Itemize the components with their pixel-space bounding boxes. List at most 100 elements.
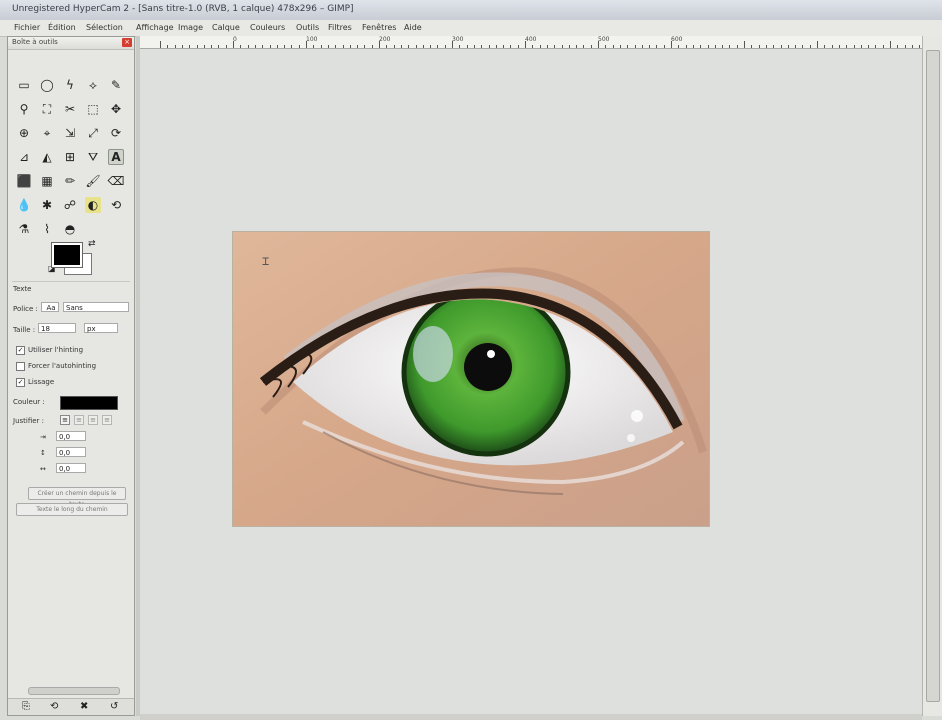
line-spacing-field[interactable]: 0,0 bbox=[56, 447, 86, 457]
scrollbar-thumb[interactable] bbox=[926, 50, 940, 702]
ruler-tick bbox=[831, 45, 833, 48]
ruler-tick bbox=[218, 45, 220, 48]
ruler-tick bbox=[656, 45, 658, 48]
justify-left-icon[interactable]: ≡ bbox=[60, 415, 70, 425]
bucket-fill-tool-icon[interactable]: ⬛ bbox=[16, 173, 32, 189]
move-tool-icon[interactable]: ⌖ bbox=[39, 125, 55, 141]
indent-field[interactable]: 0,0 bbox=[56, 431, 86, 441]
text-along-path-button[interactable]: Texte le long du chemin bbox=[16, 503, 128, 516]
paths-tool-icon[interactable]: ✂ bbox=[62, 101, 78, 117]
ruler-tick bbox=[495, 45, 497, 48]
color-picker-tool-icon[interactable]: ⬚ bbox=[85, 101, 101, 117]
pencil-tool-icon[interactable]: ✏ bbox=[62, 173, 78, 189]
close-icon[interactable]: × bbox=[122, 38, 132, 47]
heal-tool-icon[interactable]: ◐ bbox=[85, 197, 101, 213]
font-preview-button[interactable]: Aa bbox=[41, 302, 59, 312]
align-tool-icon[interactable]: ⇲ bbox=[62, 125, 78, 141]
ruler-tick bbox=[481, 45, 483, 48]
hinting-checkbox[interactable]: ✓ bbox=[16, 346, 25, 355]
ruler-tick bbox=[510, 45, 512, 48]
menu-windows[interactable]: Fenêtres bbox=[362, 23, 396, 32]
create-path-from-text-button[interactable]: Créer un chemin depuis le texte bbox=[28, 487, 126, 508]
bottom-scrollbar[interactable] bbox=[140, 714, 922, 720]
scale-tool-icon[interactable]: ⊿ bbox=[16, 149, 32, 165]
foreground-color-swatch[interactable] bbox=[52, 243, 82, 267]
ruler-tick bbox=[269, 45, 271, 48]
measure-tool-icon[interactable]: ⊕ bbox=[16, 125, 32, 141]
perspective-tool-icon[interactable]: ⊞ bbox=[62, 149, 78, 165]
save-options-icon[interactable]: ⎘ bbox=[22, 701, 30, 712]
blur-tool-icon[interactable]: ⚗ bbox=[16, 221, 32, 237]
menu-layer[interactable]: Calque bbox=[212, 23, 240, 32]
justify-right-icon[interactable]: ≡ bbox=[74, 415, 84, 425]
ruler-label: 300 bbox=[452, 36, 464, 43]
size-unit-select[interactable]: px bbox=[84, 323, 118, 333]
ruler-tick bbox=[890, 41, 891, 48]
menu-filters[interactable]: Filtres bbox=[328, 23, 352, 32]
reset-options-icon[interactable]: ↺ bbox=[110, 701, 118, 712]
clone-tool-icon[interactable]: ☍ bbox=[62, 197, 78, 213]
ruler-tick bbox=[276, 45, 278, 48]
text-tool-icon[interactable]: A bbox=[108, 149, 124, 165]
smudge-tool-icon[interactable]: ⌇ bbox=[39, 221, 55, 237]
dodge-burn-tool-icon[interactable]: ◓ bbox=[62, 221, 78, 237]
justify-center-icon[interactable]: ≡ bbox=[88, 415, 98, 425]
indent-icon: ⇥ bbox=[40, 433, 46, 441]
ruler-tick bbox=[408, 45, 410, 48]
ruler-tick bbox=[393, 45, 395, 48]
menu-view[interactable]: Affichage bbox=[136, 23, 174, 32]
crop-tool-icon[interactable]: ⤢ bbox=[85, 125, 101, 141]
ruler-tick bbox=[532, 45, 534, 48]
swap-colors-icon[interactable]: ⇄ bbox=[88, 239, 96, 249]
text-color-button[interactable] bbox=[60, 396, 118, 410]
rect-select-tool-icon[interactable]: ▭ bbox=[16, 77, 32, 93]
blend-tool-icon[interactable]: ▦ bbox=[39, 173, 55, 189]
menu-select[interactable]: Sélection bbox=[86, 23, 123, 32]
shear-tool-icon[interactable]: ◭ bbox=[39, 149, 55, 165]
toolbox-title: Boîte à outils bbox=[12, 38, 58, 46]
foreground-select-tool-icon[interactable]: ⛶ bbox=[39, 101, 55, 117]
autohint-checkbox[interactable] bbox=[16, 362, 25, 371]
font-label: Police : bbox=[13, 305, 38, 313]
scissors-tool-icon[interactable]: ⚲ bbox=[16, 101, 32, 117]
delete-options-icon[interactable]: ✖ bbox=[80, 701, 88, 712]
window-titlebar: Unregistered HyperCam 2 - [Sans titre-1.… bbox=[0, 0, 942, 21]
perspective-clone-tool-icon[interactable]: ⟲ bbox=[108, 197, 124, 213]
rotate-tool-icon[interactable]: ⟳ bbox=[108, 125, 124, 141]
free-select-tool-icon[interactable]: ϟ bbox=[62, 77, 78, 93]
paintbrush-tool-icon[interactable]: 🖌 bbox=[85, 173, 101, 189]
ruler-tick bbox=[189, 45, 191, 48]
color-select-tool-icon[interactable]: ✎ bbox=[108, 77, 124, 93]
restore-options-icon[interactable]: ⟲ bbox=[50, 701, 58, 712]
menu-edit[interactable]: Édition bbox=[48, 23, 76, 32]
menu-image[interactable]: Image bbox=[178, 23, 203, 32]
letter-spacing-field[interactable]: 0,0 bbox=[56, 463, 86, 473]
toolbox-header: Boîte à outils × bbox=[8, 37, 134, 50]
fuzzy-select-tool-icon[interactable]: ⟡ bbox=[85, 77, 101, 93]
toolbox-scrollbar[interactable] bbox=[28, 687, 120, 695]
airbrush-tool-icon[interactable]: 💧 bbox=[16, 197, 32, 213]
justify-fill-icon[interactable]: ≡ bbox=[102, 415, 112, 425]
flip-tool-icon[interactable]: ⛛ bbox=[85, 149, 101, 165]
ruler-tick bbox=[233, 41, 234, 48]
menu-help[interactable]: Aide bbox=[404, 23, 422, 32]
eye-image[interactable] bbox=[232, 231, 710, 527]
size-field[interactable]: 18 bbox=[38, 323, 76, 333]
font-name-field[interactable]: Sans bbox=[63, 302, 129, 312]
ruler-tick bbox=[619, 45, 621, 48]
ruler-tick bbox=[357, 45, 359, 48]
menu-file[interactable]: Fichier bbox=[14, 23, 40, 32]
antialias-checkbox[interactable]: ✓ bbox=[16, 378, 25, 387]
ruler-tick bbox=[605, 45, 607, 48]
menu-colors[interactable]: Couleurs bbox=[250, 23, 285, 32]
vertical-scrollbar[interactable] bbox=[922, 36, 942, 716]
ruler-tick bbox=[692, 45, 694, 48]
ellipse-select-tool-icon[interactable]: ◯ bbox=[39, 77, 55, 93]
menu-tools[interactable]: Outils bbox=[296, 23, 319, 32]
eraser-tool-icon[interactable]: ⌫ bbox=[108, 173, 125, 189]
zoom-tool-icon[interactable]: ✥ bbox=[108, 101, 124, 117]
ruler-tick bbox=[211, 45, 213, 48]
ruler-tick bbox=[911, 45, 913, 48]
ink-tool-icon[interactable]: ✱ bbox=[39, 197, 55, 213]
ruler-tick bbox=[875, 45, 877, 48]
